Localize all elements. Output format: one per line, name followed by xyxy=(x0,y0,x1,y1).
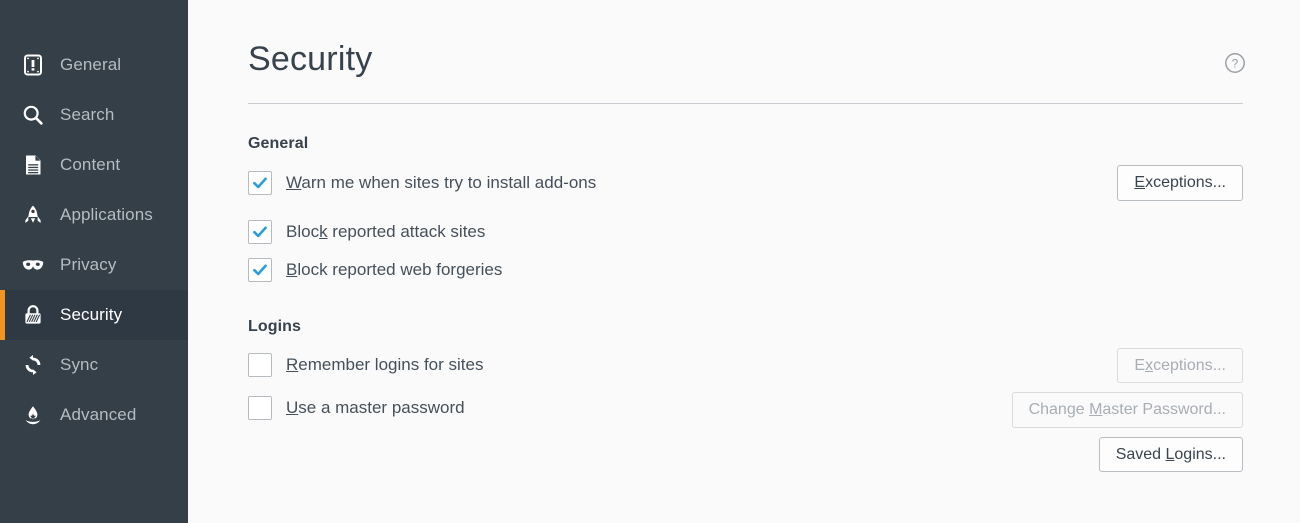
help-circle-icon[interactable]: ? xyxy=(1224,52,1246,79)
sidebar-item-advanced[interactable]: Advanced xyxy=(0,390,188,440)
header-divider xyxy=(248,103,1243,104)
label-part-before: Bloc xyxy=(286,221,320,241)
accesskey-char: U xyxy=(286,397,299,417)
label-part-after: emember logins for sites xyxy=(298,354,484,374)
section-title-general: General xyxy=(248,135,309,152)
label-part-after: arn me when sites try to install add-ons xyxy=(301,172,597,192)
checkbox-remember-logins[interactable] xyxy=(248,352,272,377)
content-icon xyxy=(18,150,48,180)
label-part-after: lock reported web forgeries xyxy=(297,259,503,279)
sync-icon xyxy=(18,350,48,380)
label-part-before: Change xyxy=(1028,401,1090,419)
label-part-after: reported attack sites xyxy=(327,221,486,241)
accesskey-char: k xyxy=(319,221,328,241)
sidebar-item-label: Content xyxy=(60,155,121,174)
logins-checkbox-group: Remember logins for sites Use a master p… xyxy=(248,348,483,423)
main-content: Security ? General Warn me when sites tr… xyxy=(188,0,1300,523)
checkbox-use-master-password[interactable] xyxy=(248,395,272,420)
sidebar-item-label: Privacy xyxy=(60,255,117,274)
logins-section: Logins Remember logins for sites Use a m… xyxy=(248,318,1243,473)
checkbox-block-web-forgeries[interactable] xyxy=(248,257,272,282)
saved-logins-button[interactable]: Saved Logins... xyxy=(1098,436,1243,473)
checkbox-label-warn-addons[interactable]: Warn me when sites try to install add-on… xyxy=(286,173,596,193)
checkbox-block-attack-sites[interactable] xyxy=(248,219,272,244)
sidebar-item-label: Applications xyxy=(60,205,153,224)
accesskey-char: B xyxy=(286,259,298,279)
setting-row-remember-logins: Remember logins for sites xyxy=(248,350,483,380)
preferences-window: General Search Content Applications Priv… xyxy=(0,0,1300,523)
exceptions-button-addons[interactable]: Exceptions... xyxy=(1117,165,1243,201)
section-title-logins: Logins xyxy=(248,317,302,335)
setting-row-master-password: Use a master password xyxy=(248,393,483,423)
setting-row-web-forgeries: Block reported web forgeries xyxy=(248,255,1243,285)
checkbox-label-block-attack-sites[interactable]: Block reported attack sites xyxy=(286,222,485,242)
advanced-icon xyxy=(18,400,48,430)
page-title: Security xyxy=(248,40,373,78)
label-part-after: xceptions... xyxy=(1145,174,1226,191)
sidebar-item-sync[interactable]: Sync xyxy=(0,340,188,390)
sidebar-nav: General Search Content Applications Priv… xyxy=(0,0,188,523)
label-part-before: E xyxy=(1134,356,1146,374)
change-master-password-button[interactable]: Change Master Password... xyxy=(1011,392,1243,428)
sidebar-item-security[interactable]: Security xyxy=(0,290,188,340)
setting-row-attack-sites: Block reported attack sites xyxy=(248,217,1243,247)
logins-button-group: Exceptions... Change Master Password... … xyxy=(1011,347,1243,473)
label-part-after: aster Password... xyxy=(1102,401,1226,419)
sidebar-item-label: Search xyxy=(60,105,115,124)
checkbox-label-block-web-forgeries[interactable]: Block reported web forgeries xyxy=(286,260,502,280)
applications-icon xyxy=(18,200,48,230)
sidebar-item-applications[interactable]: Applications xyxy=(0,190,188,240)
label-part-before: Saved xyxy=(1115,445,1166,463)
sidebar-item-content[interactable]: Content xyxy=(0,140,188,190)
general-icon xyxy=(18,50,48,80)
sidebar-item-label: Security xyxy=(60,305,123,324)
logins-body: Remember logins for sites Use a master p… xyxy=(248,347,1243,473)
privacy-icon xyxy=(18,250,48,280)
label-part-after: se a master password xyxy=(298,397,465,417)
svg-text:?: ? xyxy=(1232,57,1239,71)
accesskey-char: x xyxy=(1145,356,1154,374)
exceptions-button-logins[interactable]: Exceptions... xyxy=(1117,347,1243,384)
sidebar-item-label: Sync xyxy=(60,355,99,374)
checkbox-label-use-master-password[interactable]: Use a master password xyxy=(286,398,465,418)
label-part-after: ogins... xyxy=(1174,445,1226,463)
security-icon xyxy=(18,300,48,330)
checkbox-warn-addons[interactable] xyxy=(248,170,272,195)
checkbox-label-remember-logins[interactable]: Remember logins for sites xyxy=(286,355,483,375)
label-part-after: ceptions... xyxy=(1153,356,1226,374)
sidebar-item-privacy[interactable]: Privacy xyxy=(0,240,188,290)
sidebar-item-label: General xyxy=(60,55,122,74)
accesskey-char: M xyxy=(1089,401,1103,419)
sidebar-item-label: Advanced xyxy=(60,405,137,424)
general-section: General Warn me when sites try to instal… xyxy=(248,135,1243,285)
accesskey-char: E xyxy=(1134,174,1146,191)
accesskey-char: W xyxy=(286,172,302,192)
search-icon xyxy=(18,100,48,130)
page-header: Security ? xyxy=(248,0,1246,79)
sidebar-item-search[interactable]: Search xyxy=(0,90,188,140)
accesskey-char: R xyxy=(286,354,299,374)
setting-row-warn-addons: Warn me when sites try to install add-on… xyxy=(248,165,1243,201)
sidebar-item-general[interactable]: General xyxy=(0,40,188,90)
